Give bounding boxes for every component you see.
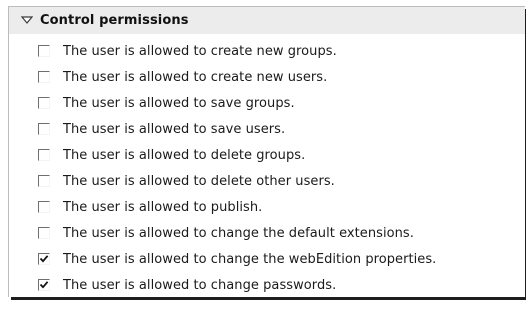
permission-label: The user is allowed to delete groups. xyxy=(63,147,306,163)
permission-row[interactable]: The user is allowed to create new users. xyxy=(9,64,525,90)
permission-checkbox[interactable] xyxy=(38,253,50,265)
permission-row[interactable]: The user is allowed to change passwords. xyxy=(9,272,525,297)
permission-checkbox[interactable] xyxy=(38,175,50,187)
permission-row[interactable]: The user is allowed to publish. xyxy=(9,194,525,220)
permission-label: The user is allowed to change the webEdi… xyxy=(63,251,437,267)
permission-checkbox[interactable] xyxy=(38,149,50,161)
permission-checkbox[interactable] xyxy=(38,279,50,291)
permission-row[interactable]: The user is allowed to delete other user… xyxy=(9,168,525,194)
permission-row[interactable]: The user is allowed to change the webEdi… xyxy=(9,246,525,272)
permission-row[interactable]: The user is allowed to create new groups… xyxy=(9,38,525,64)
permission-label: The user is allowed to publish. xyxy=(63,199,263,215)
permission-row[interactable]: The user is allowed to change the defaul… xyxy=(9,220,525,246)
permission-row[interactable]: The user is allowed to save groups. xyxy=(9,90,525,116)
permission-label: The user is allowed to create new groups… xyxy=(63,43,337,59)
permission-label: The user is allowed to change passwords. xyxy=(63,277,337,293)
permission-label: The user is allowed to save groups. xyxy=(63,95,295,111)
permission-checkbox[interactable] xyxy=(38,71,50,83)
permission-label: The user is allowed to save users. xyxy=(63,121,286,137)
permission-row[interactable]: The user is allowed to save users. xyxy=(9,116,525,142)
section-header[interactable]: Control permissions xyxy=(9,7,525,34)
permission-label: The user is allowed to delete other user… xyxy=(63,173,335,189)
permission-checkbox[interactable] xyxy=(38,201,50,213)
permission-list: The user is allowed to create new groups… xyxy=(9,34,525,297)
permission-checkbox[interactable] xyxy=(38,97,50,109)
permission-checkbox[interactable] xyxy=(38,45,50,57)
permission-row[interactable]: The user is allowed to delete groups. xyxy=(9,142,525,168)
triangle-down-icon[interactable] xyxy=(20,14,34,28)
control-permissions-panel: Control permissions The user is allowed … xyxy=(8,6,525,297)
permission-checkbox[interactable] xyxy=(38,123,50,135)
permission-label: The user is allowed to change the defaul… xyxy=(63,225,414,241)
permission-label: The user is allowed to create new users. xyxy=(63,69,328,85)
section-title: Control permissions xyxy=(40,13,189,28)
permission-checkbox[interactable] xyxy=(38,227,50,239)
